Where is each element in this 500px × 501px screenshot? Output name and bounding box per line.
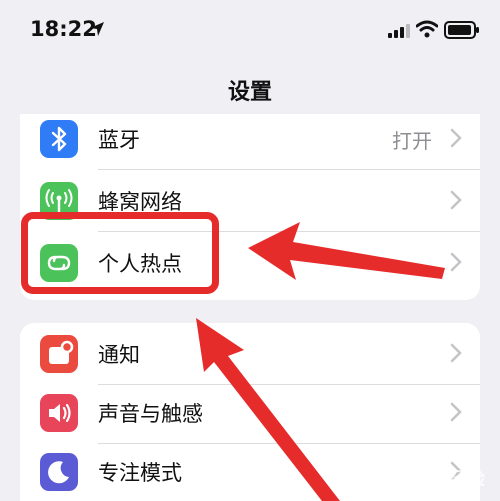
moon-icon	[40, 453, 78, 491]
speaker-icon	[40, 394, 78, 432]
chevron-right-icon	[450, 402, 462, 422]
settings-row-bluetooth[interactable]: 蓝牙 打开	[20, 114, 480, 170]
chevron-right-icon	[450, 190, 462, 210]
page-title: 设置	[227, 80, 272, 105]
notification-bell-icon	[40, 335, 78, 373]
battery-icon	[444, 21, 479, 39]
chevron-right-icon	[450, 252, 462, 272]
settings-row-focus[interactable]: 专注模式	[20, 441, 480, 501]
watermark: Bai经验	[412, 469, 486, 490]
settings-row-label: 声音与触感	[98, 402, 203, 426]
settings-row-label: 通知	[98, 343, 140, 367]
bluetooth-status: 打开	[392, 129, 432, 153]
settings-group-notifications: 通知 声音与触感 专注模式	[20, 323, 480, 501]
chevron-right-icon	[450, 128, 462, 148]
bluetooth-icon	[40, 120, 78, 158]
settings-row-label: 专注模式	[98, 461, 182, 485]
cellular-signal-icon	[388, 24, 410, 38]
wifi-icon	[416, 20, 438, 38]
status-bar: 18:22	[0, 0, 500, 60]
settings-row-notifications[interactable]: 通知	[20, 323, 480, 385]
highlight-box	[21, 212, 219, 294]
settings-row-label: 蓝牙	[98, 128, 140, 152]
location-arrow-icon	[90, 22, 104, 36]
settings-row-sounds-haptics[interactable]: 声音与触感	[20, 382, 480, 444]
status-time: 18:22	[30, 17, 97, 41]
chevron-right-icon	[450, 343, 462, 363]
